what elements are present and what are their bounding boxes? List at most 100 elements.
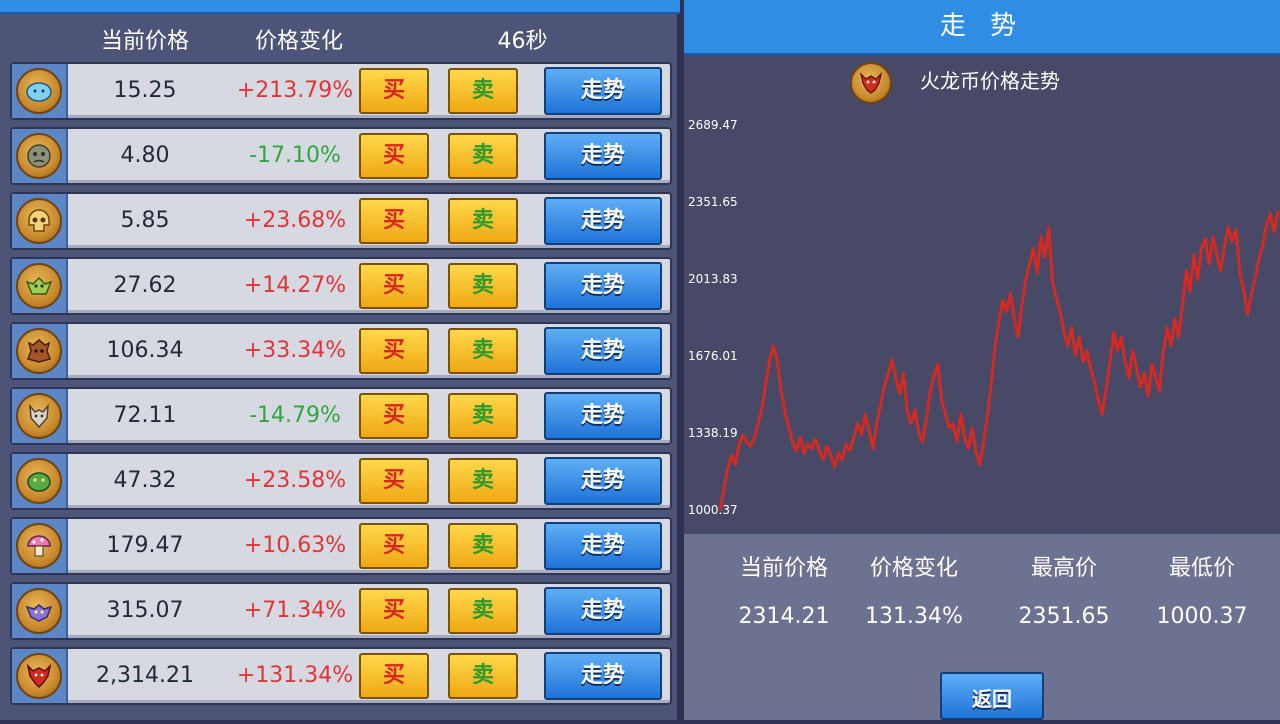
red-dragon-icon (16, 653, 62, 699)
mushroom-icon (16, 523, 62, 569)
stat-label-high: 最高价 (1030, 556, 1097, 581)
blue-slime-icon (16, 68, 62, 114)
coin-change: +213.79% (236, 78, 354, 103)
sell-button[interactable]: 卖 (448, 68, 518, 114)
coin-price: 15.25 (113, 78, 177, 103)
stat-label-low: 最低价 (1168, 556, 1235, 581)
sell-button[interactable]: 卖 (448, 263, 518, 309)
trend-button[interactable]: 走势 (544, 392, 662, 440)
trend-button[interactable]: 走势 (544, 522, 662, 570)
stat-value-low: 1000.37 (1156, 604, 1248, 629)
panel-title: 走 势 (684, 0, 1280, 56)
top-bar (0, 0, 680, 14)
y-tick-label: 2351.65 (688, 195, 738, 209)
price-chart: 2689.47 2351.65 2013.83 1676.01 1338.19 1000.… (684, 56, 1280, 534)
countdown-timer: 46秒 (497, 29, 548, 54)
coin-row: 5.85 +23.68% 买 卖 走势 (10, 192, 672, 250)
coin-change: -14.79% (249, 403, 341, 428)
buy-button[interactable]: 买 (359, 393, 429, 439)
buy-button[interactable]: 买 (359, 523, 429, 569)
coin-row: 179.47 +10.63% 买 卖 走势 (10, 517, 672, 575)
y-tick-label: 2013.83 (688, 272, 738, 286)
coin-price: 179.47 (106, 533, 184, 558)
coin-price: 106.34 (106, 338, 184, 363)
y-tick-label: 2689.47 (688, 118, 738, 132)
sell-button[interactable]: 卖 (448, 198, 518, 244)
stat-label-change: 价格变化 (869, 556, 958, 581)
trend-button[interactable]: 走势 (544, 262, 662, 310)
back-button[interactable]: 返回 (940, 672, 1044, 720)
header-change: 价格变化 (254, 29, 343, 54)
header-price: 当前价格 (100, 29, 189, 54)
sell-button[interactable]: 卖 (448, 653, 518, 699)
sell-button[interactable]: 卖 (448, 393, 518, 439)
coin-row: 4.80 -17.10% 买 卖 走势 (10, 127, 672, 185)
coin-icon-cell (12, 389, 68, 443)
stat-value-current: 2314.21 (738, 604, 830, 629)
buy-button[interactable]: 买 (359, 653, 429, 699)
buy-button[interactable]: 买 (359, 458, 429, 504)
wolf-icon (16, 393, 62, 439)
zombie-face-icon (16, 133, 62, 179)
goblin-icon (16, 263, 62, 309)
coin-icon-cell (12, 519, 68, 573)
y-tick-label: 1338.19 (688, 426, 738, 440)
coin-icon-cell (12, 324, 68, 378)
green-orc-icon (16, 458, 62, 504)
trend-panel: 走 势 2689.47 2351.65 2013.83 1676.01 1338.19 1… (684, 0, 1280, 720)
sell-button[interactable]: 卖 (448, 133, 518, 179)
coin-price: 27.62 (113, 273, 177, 298)
buy-button[interactable]: 买 (359, 588, 429, 634)
coin-change: +14.27% (243, 273, 347, 298)
market-panel: 当前价格 价格变化 46秒 15.25 +213.79% 买 卖 走势 4.80… (0, 0, 680, 720)
coin-change: -17.10% (249, 143, 341, 168)
chart-canvas: 2689.47 2351.65 2013.83 1676.01 1338.19 1000.… (688, 118, 1280, 517)
sell-button[interactable]: 卖 (448, 328, 518, 374)
buy-button[interactable]: 买 (359, 263, 429, 309)
coin-row: 315.07 +71.34% 买 卖 走势 (10, 582, 672, 640)
price-series-line (718, 210, 1280, 511)
coin-price: 4.80 (120, 143, 170, 168)
stat-label-current: 当前价格 (739, 556, 828, 581)
sell-button[interactable]: 卖 (448, 458, 518, 504)
sell-button[interactable]: 卖 (448, 588, 518, 634)
buy-button[interactable]: 买 (359, 133, 429, 179)
coin-price: 315.07 (106, 598, 184, 623)
buy-button[interactable]: 买 (359, 328, 429, 374)
coin-price: 72.11 (113, 403, 177, 428)
trend-button[interactable]: 走势 (544, 197, 662, 245)
coin-row: 72.11 -14.79% 买 卖 走势 (10, 387, 672, 445)
coin-change: +71.34% (243, 598, 347, 623)
coin-change: +33.34% (243, 338, 347, 363)
sell-button[interactable]: 卖 (448, 523, 518, 569)
trend-button[interactable]: 走势 (544, 67, 662, 115)
coin-icon-cell (12, 259, 68, 313)
coin-row: 106.34 +33.34% 买 卖 走势 (10, 322, 672, 380)
coin-icon-cell (12, 194, 68, 248)
red-dragon-icon (850, 62, 892, 104)
coin-row: 15.25 +213.79% 买 卖 走势 (10, 62, 672, 120)
trend-button[interactable]: 走势 (544, 587, 662, 635)
trend-button[interactable]: 走势 (544, 652, 662, 700)
coin-icon-cell (12, 129, 68, 183)
trend-button[interactable]: 走势 (544, 132, 662, 180)
coin-icon-cell (12, 454, 68, 508)
purple-bat-icon (16, 588, 62, 634)
stats-panel: 当前价格 价格变化 最高价 最低价 2314.21 131.34% 2351.6… (684, 534, 1280, 720)
coin-price: 47.32 (113, 468, 177, 493)
trend-button[interactable]: 走势 (544, 327, 662, 375)
stat-value-change: 131.34% (865, 604, 963, 629)
coin-price: 2,314.21 (96, 663, 194, 688)
y-tick-label: 1676.01 (688, 349, 738, 363)
buy-button[interactable]: 买 (359, 68, 429, 114)
coin-row: 27.62 +14.27% 买 卖 走势 (10, 257, 672, 315)
coin-change: +23.58% (243, 468, 347, 493)
coin-row: 47.32 +23.58% 买 卖 走势 (10, 452, 672, 510)
coin-change: +131.34% (236, 663, 354, 688)
tree-monster-icon (16, 328, 62, 374)
buy-button[interactable]: 买 (359, 198, 429, 244)
trend-button[interactable]: 走势 (544, 457, 662, 505)
stat-value-high: 2351.65 (1018, 604, 1110, 629)
coin-row: 2,314.21 +131.34% 买 卖 走势 (10, 647, 672, 705)
coin-change: +10.63% (243, 533, 347, 558)
